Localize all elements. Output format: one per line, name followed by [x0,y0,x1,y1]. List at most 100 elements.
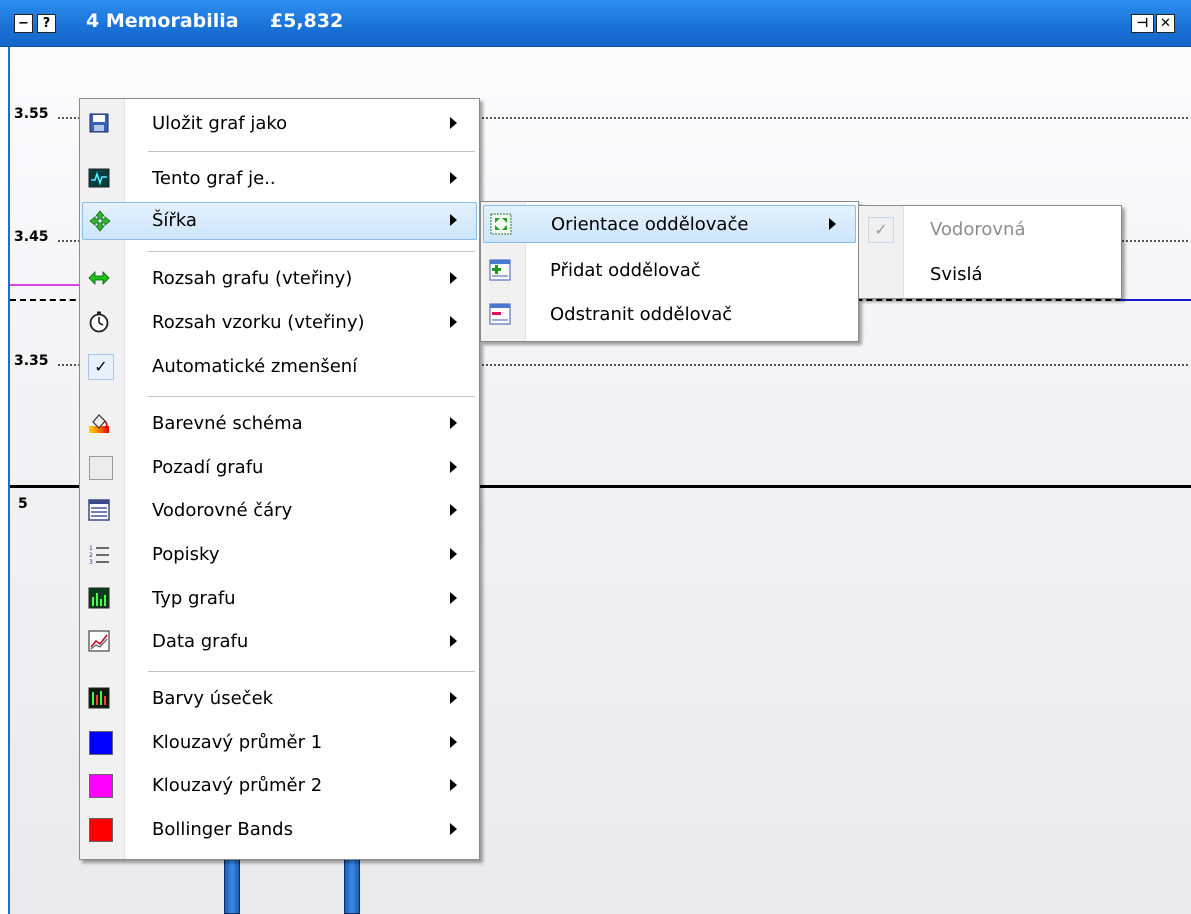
volume-bar [224,855,240,914]
magenta-swatch-icon [89,774,113,798]
menu-item-color-scheme[interactable]: Barevné schéma [82,405,477,443]
menu-item-width[interactable]: Šířka [82,202,477,240]
menu-item-label: Bollinger Bands [152,819,293,840]
move-arrows-icon [89,210,111,232]
menu-item-add-separator[interactable]: Přidat oddělovač [483,252,856,290]
remove-separator-icon [489,303,511,325]
blue-swatch-icon [89,731,113,755]
menu-item-label: Přidat oddělovač [550,260,701,281]
menu-item-horizontal-lines[interactable]: Vodorovné čáry [82,492,477,530]
menu-item-separator-orientation[interactable]: Orientace oddělovače [483,205,856,243]
title-bar[interactable]: − ? 4 Memorabilia £5,832 ⊣ ✕ [0,0,1191,47]
horizontal-arrows-icon [88,271,110,285]
submenu-arrow-icon [450,172,457,184]
submenu-arrow-icon [450,461,457,473]
menu-item-label: Šířka [152,210,197,231]
menu-item-label: Barevné schéma [152,413,303,434]
orientation-submenu: ✓ Vodorovná Svislá [858,205,1122,299]
menu-item-label: Klouzavý průměr 1 [152,732,323,753]
menu-item-label: Svislá [930,264,983,285]
moving-average-1-line [1120,299,1191,301]
chart-monitor-icon [88,168,110,188]
submenu-arrow-icon [450,692,457,704]
y-axis-label: 3.35 [14,353,49,369]
menu-item-vertical[interactable]: Svislá [861,256,1119,294]
menu-item-chart-range[interactable]: Rozsah grafu (vteřiny) [82,260,477,298]
menu-item-label: Typ grafu [152,588,236,609]
menu-separator [148,151,475,152]
menu-item-label: Vodorovné čáry [152,500,293,521]
minimize-button[interactable]: − [14,14,33,33]
submenu-arrow-icon [450,504,457,516]
submenu-arrow-icon [450,635,457,647]
menu-item-label: Automatické zmenšení [152,356,358,377]
menu-separator [148,396,475,397]
paint-bucket-icon [89,414,109,433]
menu-item-chart-background[interactable]: Pozadí grafu [82,449,477,487]
menu-item-moving-average-1[interactable]: Klouzavý průměr 1 [82,724,477,762]
menu-item-bar-colors[interactable]: Barvy úseček [82,680,477,718]
submenu-arrow-icon [450,214,457,226]
menu-separator [148,671,475,672]
menu-item-remove-separator[interactable]: Odstranit oddělovač [483,296,856,334]
save-icon [89,113,109,133]
separator-orientation-icon [490,213,512,235]
menu-item-save-chart-as[interactable]: Uložit graf jako [82,105,477,143]
menu-item-horizontal[interactable]: ✓ Vodorovná [861,211,1119,249]
context-menu: Uložit graf jako Tento graf je.. Šířka R… [79,98,480,860]
submenu-arrow-icon [450,736,457,748]
add-separator-icon [489,259,511,281]
submenu-arrow-icon [450,823,457,835]
pin-button[interactable]: ⊣ [1131,14,1154,33]
menu-item-auto-scale[interactable]: ✓ Automatické zmenšení [82,348,477,386]
menu-item-chart-data[interactable]: Data grafu [82,623,477,661]
checkmark-icon: ✓ [88,354,114,380]
chart-type-icon [88,587,110,609]
background-swatch-icon [89,456,113,480]
menu-item-bollinger-bands[interactable]: Bollinger Bands [82,811,477,849]
width-submenu: Orientace oddělovače Přidat oddělovač Od… [480,201,859,342]
menu-item-moving-average-2[interactable]: Klouzavý průměr 2 [82,767,477,805]
menu-item-label: Orientace oddělovače [551,214,749,235]
window-title-name: 4 Memorabilia [86,10,239,32]
menu-item-label: Tento graf je.. [152,168,276,189]
menu-item-label: Klouzavý průměr 2 [152,775,323,796]
help-button[interactable]: ? [37,14,56,33]
line-chart-icon [88,630,110,652]
submenu-arrow-icon [450,272,457,284]
svg-text:2: 2 [89,552,93,559]
menu-item-sample-range[interactable]: Rozsah vzorku (vteřiny) [82,304,477,342]
svg-text:1: 1 [89,545,93,552]
stopwatch-icon [89,311,109,333]
window-title: 4 Memorabilia £5,832 [86,10,343,32]
menu-item-label: Uložit graf jako [152,113,288,134]
numbered-list-icon: 1 2 3 [89,545,109,565]
menu-item-label: Odstranit oddělovač [550,304,733,325]
menu-item-this-chart-is[interactable]: Tento graf je.. [82,160,477,198]
volume-bar [344,855,360,914]
submenu-arrow-icon [450,417,457,429]
submenu-arrow-icon [829,218,836,230]
menu-item-chart-type[interactable]: Typ grafu [82,580,477,618]
menu-item-label: Pozadí grafu [152,457,264,478]
window-title-value: £5,832 [269,10,344,32]
submenu-arrow-icon [450,592,457,604]
chart-window: − ? 4 Memorabilia £5,832 ⊣ ✕ 3.55 3.45 3… [0,0,1191,914]
y-axis-label: 3.45 [14,229,49,245]
checkmark-icon: ✓ [868,217,894,243]
menu-item-label: Data grafu [152,631,249,652]
menu-separator [148,251,475,252]
close-button[interactable]: ✕ [1156,14,1175,33]
menu-item-labels[interactable]: 1 2 3 Popisky [82,536,477,574]
menu-item-label: Popisky [152,544,220,565]
submenu-arrow-icon [450,316,457,328]
menu-item-label: Vodorovná [930,219,1026,240]
lower-panel-label: 5 [18,496,28,512]
svg-text:3: 3 [89,559,93,565]
submenu-arrow-icon [450,779,457,791]
horizontal-lines-icon [88,499,110,521]
red-swatch-icon [89,818,113,842]
menu-item-label: Barvy úseček [152,688,274,709]
submenu-arrow-icon [450,117,457,129]
submenu-arrow-icon [450,548,457,560]
